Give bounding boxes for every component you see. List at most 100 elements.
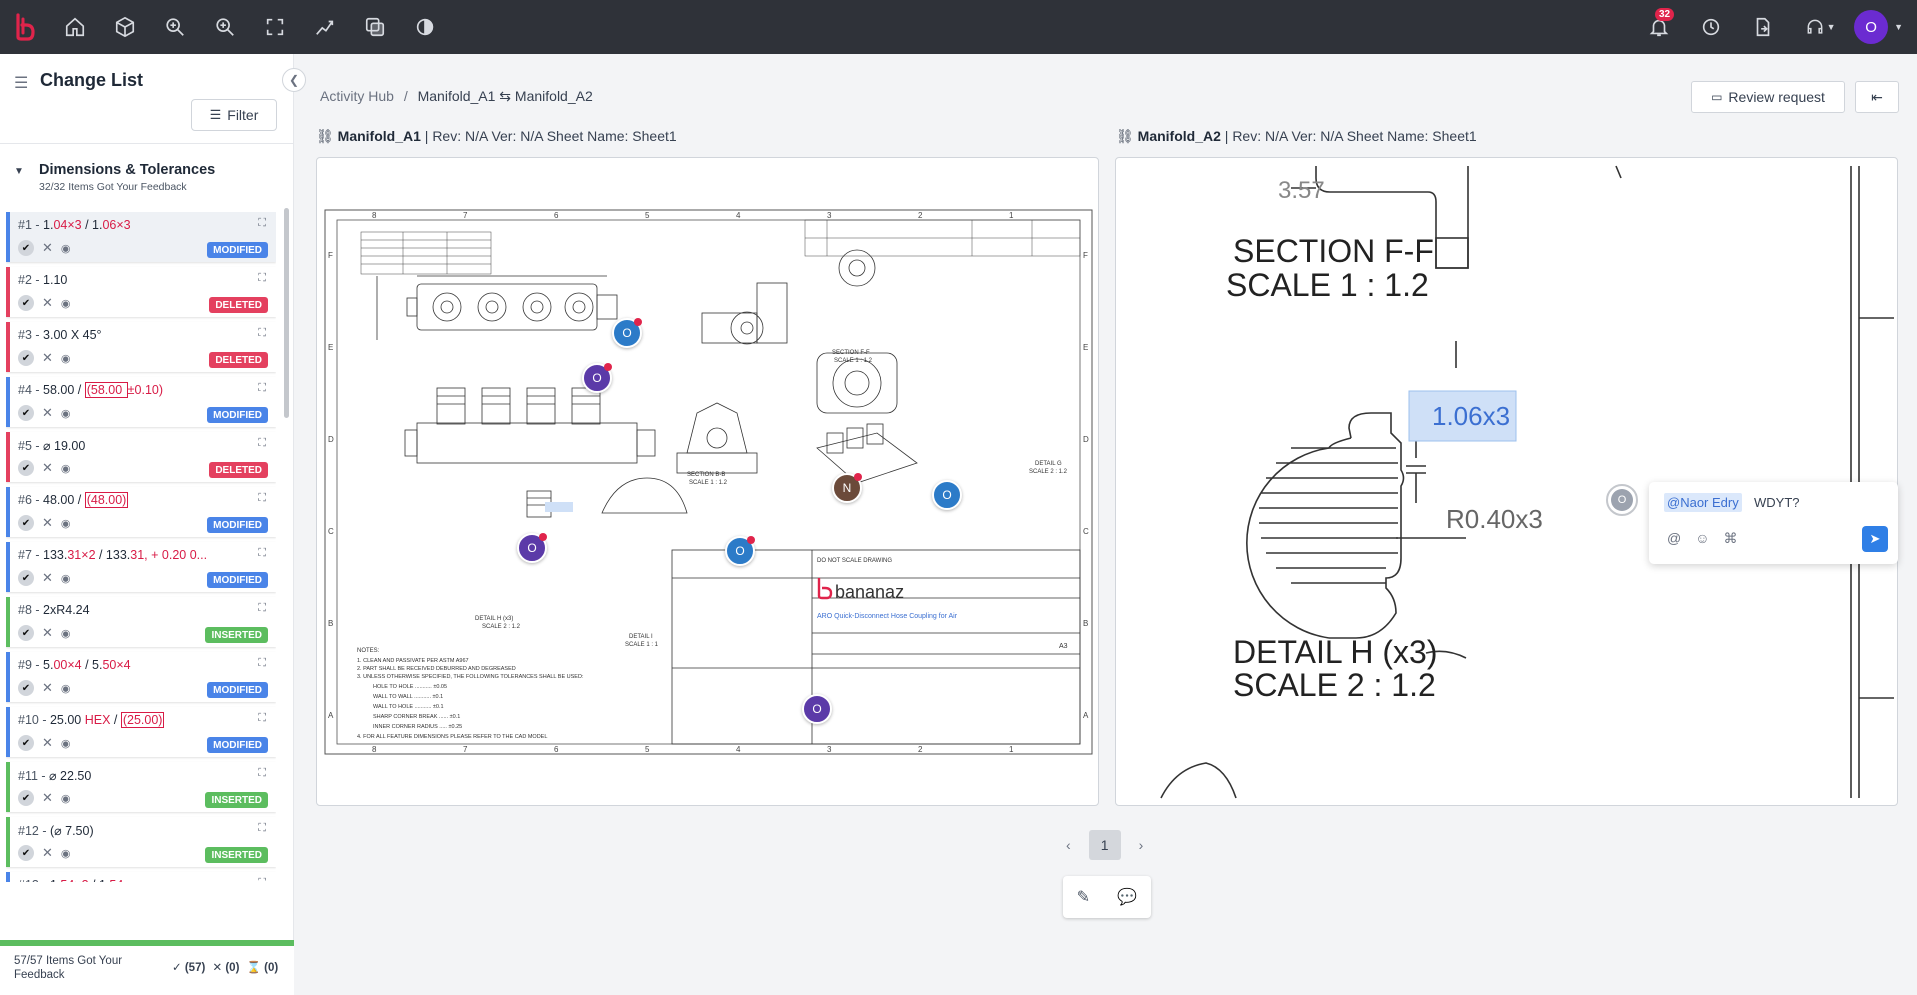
attachment-icon[interactable]: ⌘ xyxy=(1724,530,1738,547)
change-list-item[interactable]: #11 - ⌀ 22.50 ✔ ✕ ◉ ⛶ INSERTED xyxy=(6,762,276,812)
eye-icon[interactable]: ◉ xyxy=(61,352,71,365)
reject-x-icon[interactable]: ✕ xyxy=(42,295,53,311)
measure-icon[interactable] xyxy=(300,0,350,54)
approve-check-icon[interactable]: ✔ xyxy=(18,680,34,696)
left-drawing-viewer[interactable]: 87654321 87654321 FEDCBA FEDCBA DO NOT S… xyxy=(316,157,1099,806)
change-list-item[interactable]: #5 - ⌀ 19.00 ✔ ✕ ◉ ⛶ DELETED xyxy=(6,432,276,482)
change-list-item[interactable]: #8 - 2xR4.24 ✔ ✕ ◉ ⛶ INSERTED xyxy=(6,597,276,647)
mention-at-icon[interactable]: @ xyxy=(1667,530,1681,547)
focus-icon[interactable]: ⛶ xyxy=(258,657,266,670)
eye-icon[interactable]: ◉ xyxy=(61,737,71,750)
focus-icon[interactable]: ⛶ xyxy=(258,217,266,230)
markup-pin[interactable]: O xyxy=(802,694,832,724)
reject-x-icon[interactable]: ✕ xyxy=(42,570,53,586)
focus-icon[interactable]: ⛶ xyxy=(258,382,266,395)
markup-pin[interactable]: O xyxy=(517,533,547,563)
send-comment-button[interactable]: ➤ xyxy=(1862,526,1888,552)
eye-icon[interactable]: ◉ xyxy=(61,847,71,860)
eye-icon[interactable]: ◉ xyxy=(61,572,71,585)
focus-icon[interactable]: ⛶ xyxy=(258,327,266,340)
eye-icon[interactable]: ◉ xyxy=(61,792,71,805)
sidebar-scrollbar[interactable] xyxy=(284,208,289,418)
focus-icon[interactable]: ⛶ xyxy=(258,767,266,780)
comment-author-avatar[interactable]: O xyxy=(1606,484,1638,516)
reject-x-icon[interactable]: ✕ xyxy=(42,240,53,256)
reject-x-icon[interactable]: ✕ xyxy=(42,735,53,751)
reject-x-icon[interactable]: ✕ xyxy=(42,405,53,421)
mention-tag[interactable]: @Naor Edry xyxy=(1664,493,1742,512)
user-avatar[interactable]: O xyxy=(1854,10,1889,44)
eye-icon[interactable]: ◉ xyxy=(61,462,71,475)
markup-pin[interactable]: O xyxy=(612,318,642,348)
dimensions-group-header[interactable]: ▼ Dimensions & Tolerances 32/32 Items Go… xyxy=(0,162,280,193)
approve-check-icon[interactable]: ✔ xyxy=(18,295,34,311)
reject-x-icon[interactable]: ✕ xyxy=(42,845,53,861)
next-page-chevron-icon[interactable]: › xyxy=(1139,837,1144,853)
focus-icon[interactable]: ⛶ xyxy=(258,602,266,615)
reject-x-icon[interactable]: ✕ xyxy=(42,790,53,806)
eye-icon[interactable]: ◉ xyxy=(61,627,71,640)
reject-x-icon[interactable]: ✕ xyxy=(42,460,53,476)
eye-icon[interactable]: ◉ xyxy=(61,297,71,310)
markup-pin[interactable]: O xyxy=(932,480,962,510)
eye-icon[interactable]: ◉ xyxy=(61,407,71,420)
change-list-item[interactable]: #12 - (⌀ 7.50) ✔ ✕ ◉ ⛶ INSERTED xyxy=(6,817,276,867)
caret-down-icon[interactable]: ▼ xyxy=(14,166,24,177)
export-document-icon[interactable] xyxy=(1740,0,1786,54)
approve-check-icon[interactable]: ✔ xyxy=(18,515,34,531)
change-list-item[interactable]: #1 - 1.04×3 / 1.06×3 ✔ ✕ ◉ ⛶ MODIFIED xyxy=(6,212,276,262)
focus-icon[interactable]: ⛶ xyxy=(258,712,266,725)
reject-x-icon[interactable]: ✕ xyxy=(42,625,53,641)
change-list-item[interactable]: #13 - 1.54×3 / 1.54✔✕◉⛶ xyxy=(6,872,276,882)
prev-page-chevron-icon[interactable]: ‹ xyxy=(1066,837,1071,853)
eye-icon[interactable]: ◉ xyxy=(61,517,71,530)
fit-screen-icon[interactable] xyxy=(250,0,300,54)
overlay-compare-icon[interactable] xyxy=(350,0,400,54)
change-list-item[interactable]: #7 - 133.31×2 / 133.31, + 0.20 0... ✔ ✕ ◉ ⛶ M… xyxy=(6,542,276,592)
eye-icon[interactable]: ◉ xyxy=(61,682,71,695)
markup-pin[interactable]: O xyxy=(725,536,755,566)
approve-check-icon[interactable]: ✔ xyxy=(18,350,34,366)
eye-icon[interactable]: ◉ xyxy=(61,242,71,255)
focus-icon[interactable]: ⛶ xyxy=(258,437,266,450)
reject-x-icon[interactable]: ✕ xyxy=(42,680,53,696)
focus-icon[interactable]: ⛶ xyxy=(258,272,266,285)
approve-check-icon[interactable]: ✔ xyxy=(18,460,34,476)
history-icon[interactable] xyxy=(1688,0,1734,54)
review-request-button[interactable]: ▭ Review request xyxy=(1691,81,1845,113)
emoji-icon[interactable]: ☺ xyxy=(1695,530,1709,547)
reject-x-icon[interactable]: ✕ xyxy=(42,350,53,366)
approve-check-icon[interactable]: ✔ xyxy=(18,790,34,806)
change-list-item[interactable]: #6 - 48.00 / (48.00) ✔ ✕ ◉ ⛶ MODIFIED xyxy=(6,487,276,537)
change-list-item[interactable]: #9 - 5.00×4 / 5.50×4 ✔ ✕ ◉ ⛶ MODIFIED xyxy=(6,652,276,702)
breadcrumb-activity-hub[interactable]: Activity Hub xyxy=(320,88,394,104)
notifications-bell-icon[interactable]: 32 xyxy=(1636,0,1682,54)
cube-3d-icon[interactable] xyxy=(100,0,150,54)
comment-input[interactable]: WDYT? xyxy=(1754,495,1800,510)
approve-check-icon[interactable]: ✔ xyxy=(18,570,34,586)
focus-icon[interactable]: ⛶ xyxy=(258,877,266,882)
support-headset-icon[interactable]: ▼ xyxy=(1792,0,1848,54)
markup-pin[interactable]: N xyxy=(832,473,862,503)
change-list-item[interactable]: #10 - 25.00 HEX / (25.00) ✔ ✕ ◉ ⛶ MODIFIED xyxy=(6,707,276,757)
markup-pin[interactable]: O xyxy=(582,363,612,393)
zoom-in-icon[interactable] xyxy=(150,0,200,54)
focus-icon[interactable]: ⛶ xyxy=(258,822,266,835)
approve-check-icon[interactable]: ✔ xyxy=(18,625,34,641)
menu-icon[interactable]: ☰ xyxy=(14,73,28,93)
filter-button[interactable]: ☰ Filter xyxy=(191,99,277,131)
chevron-down-icon[interactable]: ▼ xyxy=(1894,22,1903,32)
collapse-sidebar-button[interactable]: ❮ xyxy=(282,68,306,92)
current-page[interactable]: 1 xyxy=(1088,830,1121,860)
contrast-icon[interactable] xyxy=(400,0,450,54)
bananaz-logo-icon[interactable] xyxy=(0,0,50,54)
approve-check-icon[interactable]: ✔ xyxy=(18,845,34,861)
focus-icon[interactable]: ⛶ xyxy=(258,492,266,505)
comment-bubble-icon[interactable]: 💬 xyxy=(1117,887,1137,907)
approve-check-icon[interactable]: ✔ xyxy=(18,405,34,421)
approve-check-icon[interactable]: ✔ xyxy=(18,240,34,256)
approve-check-icon[interactable]: ✔ xyxy=(18,735,34,751)
exit-compare-button[interactable]: ⇤ xyxy=(1855,81,1899,113)
pencil-icon[interactable]: ✎ xyxy=(1077,887,1090,907)
focus-icon[interactable]: ⛶ xyxy=(258,547,266,560)
